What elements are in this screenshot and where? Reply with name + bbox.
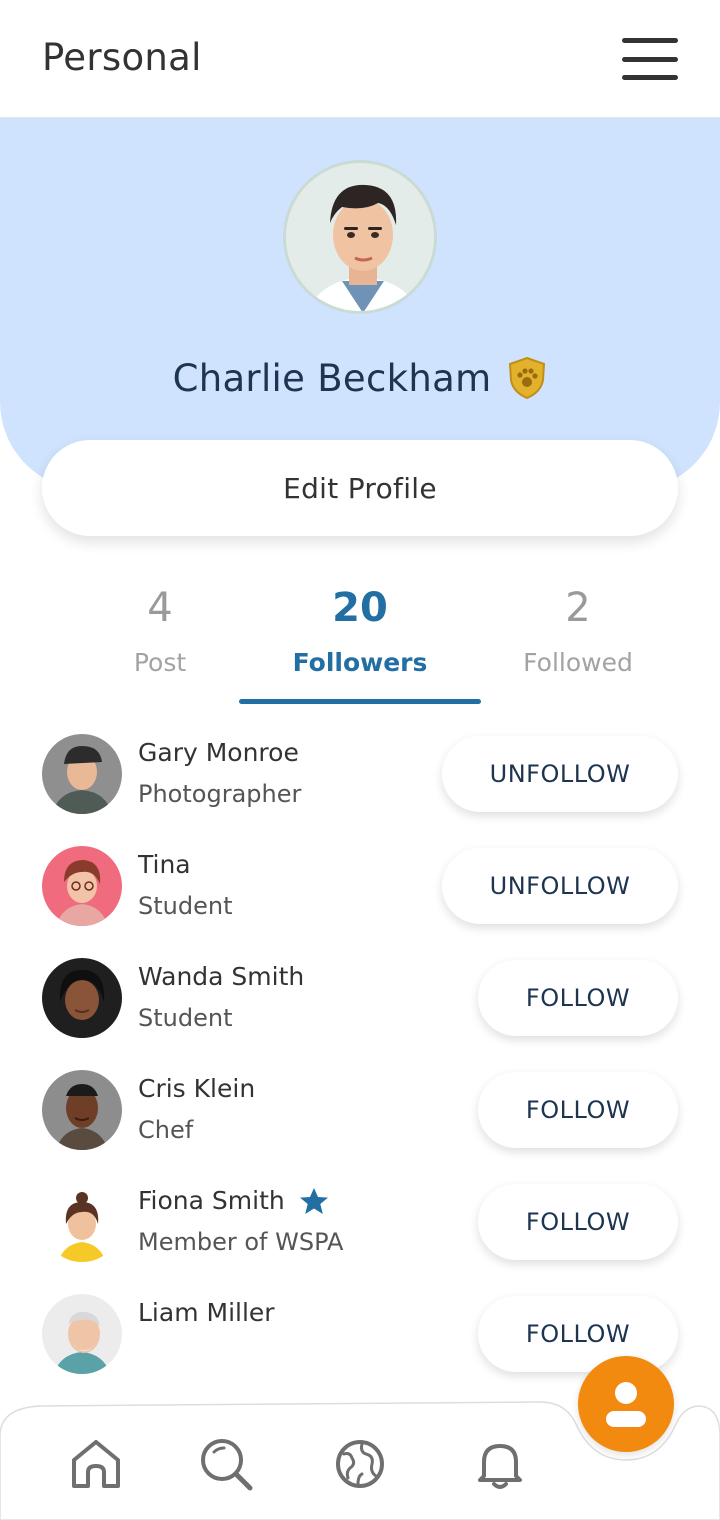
follow-button[interactable]: FOLLOW: [478, 1072, 678, 1148]
list-item: Wanda Smith Student FOLLOW: [0, 958, 720, 1070]
profile-person-icon: [606, 1382, 646, 1427]
follow-button[interactable]: FOLLOW: [478, 960, 678, 1036]
avatar[interactable]: [42, 846, 122, 926]
user-name: Liam Miller: [138, 1298, 275, 1327]
avatar[interactable]: [42, 1182, 122, 1262]
followers-label: Followers: [292, 648, 428, 677]
user-role: Student: [138, 892, 233, 920]
tab-followed[interactable]: 2 Followed: [458, 580, 698, 677]
user-role: Chef: [138, 1116, 194, 1144]
top-bar: Personal: [0, 0, 720, 118]
profile-fab-button[interactable]: [578, 1356, 674, 1452]
list-item: Cris Klein Chef FOLLOW: [0, 1070, 720, 1182]
followed-label: Followed: [523, 648, 633, 677]
star-icon: [299, 1187, 328, 1214]
gold-shield-paw-icon: [509, 356, 546, 400]
globe-icon[interactable]: [332, 1436, 388, 1492]
profile-avatar[interactable]: [283, 160, 437, 314]
home-icon[interactable]: [68, 1436, 124, 1492]
active-tab-indicator: [239, 699, 481, 704]
search-icon[interactable]: [198, 1436, 254, 1492]
user-name: Cris Klein: [138, 1074, 256, 1103]
user-role: Photographer: [138, 780, 302, 808]
avatar[interactable]: [42, 1070, 122, 1150]
list-item: Fiona Smith Member of WSPA FOLLOW: [0, 1182, 720, 1294]
user-name: Tina: [138, 850, 191, 879]
profile-name-row: Charlie Beckham: [0, 356, 720, 400]
list-item: Tina Student UNFOLLOW: [0, 846, 720, 958]
followed-count: 2: [565, 585, 591, 631]
tab-followers[interactable]: 20 Followers: [240, 580, 480, 677]
follow-button[interactable]: FOLLOW: [478, 1184, 678, 1260]
user-name: Fiona Smith: [138, 1186, 329, 1215]
followers-count: 20: [332, 585, 388, 631]
page-title: Personal: [42, 36, 202, 79]
avatar[interactable]: [42, 1294, 122, 1374]
profile-name: Charlie Beckham: [172, 356, 492, 400]
user-name: Gary Monroe: [138, 738, 299, 767]
list-item: Gary Monroe Photographer UNFOLLOW: [0, 734, 720, 846]
user-name: Wanda Smith: [138, 962, 305, 991]
bell-icon[interactable]: [472, 1436, 528, 1492]
user-role: Student: [138, 1004, 233, 1032]
hamburger-menu-icon[interactable]: [620, 34, 680, 84]
edit-profile-button[interactable]: Edit Profile: [42, 440, 678, 536]
unfollow-button[interactable]: UNFOLLOW: [442, 736, 678, 812]
user-role: Member of WSPA: [138, 1228, 344, 1256]
unfollow-button[interactable]: UNFOLLOW: [442, 848, 678, 924]
avatar[interactable]: [42, 958, 122, 1038]
avatar[interactable]: [42, 734, 122, 814]
